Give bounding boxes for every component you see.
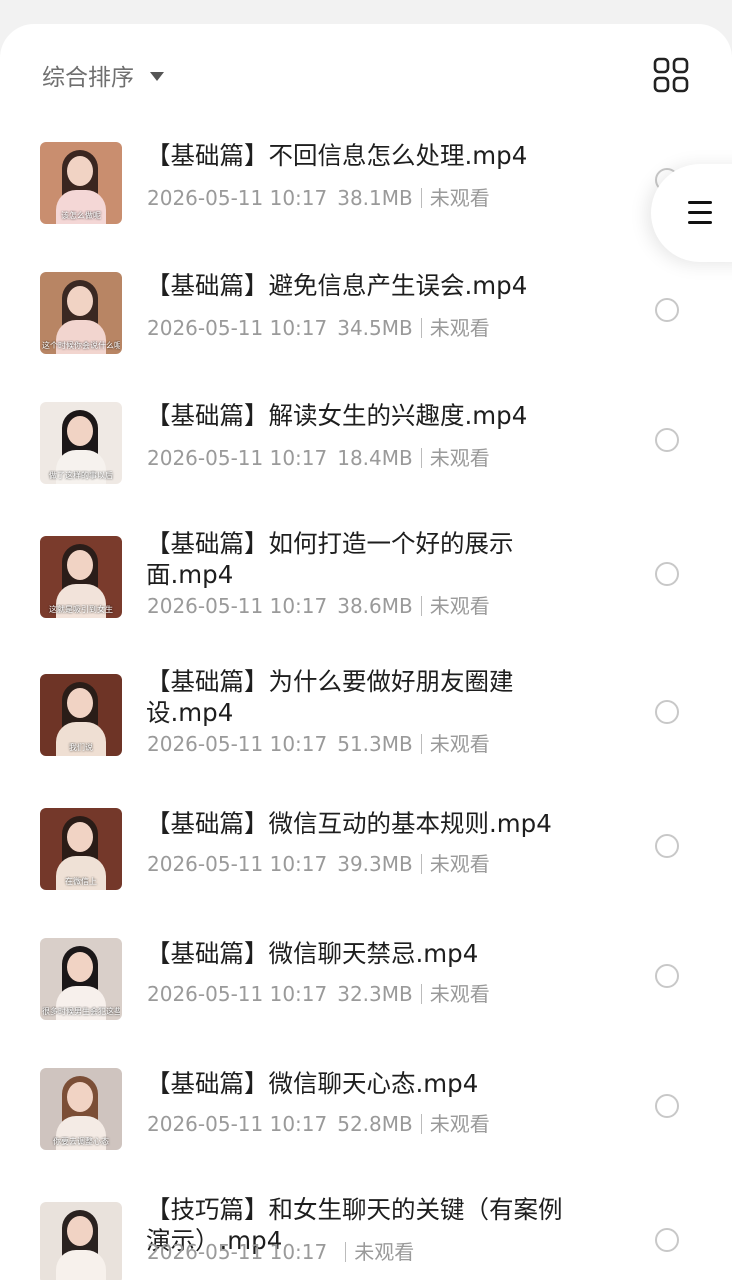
select-radio[interactable] [655,562,679,586]
menu-icon-line [688,221,712,224]
video-date: 2026-05-11 10:17 [147,982,328,1006]
video-date: 2026-05-11 10:17 [147,1112,328,1136]
watch-status: 未观看 [429,594,490,618]
video-thumbnail[interactable]: 在微信上 [40,808,122,890]
video-size: 51.3MB [337,732,413,756]
select-radio[interactable] [655,964,679,988]
video-thumbnail[interactable]: 很多时候男生会犯这些错误 [40,938,122,1020]
select-radio[interactable] [655,428,679,452]
video-size: 32.3MB [337,982,413,1006]
video-title[interactable]: 【基础篇】微信互动的基本规则.mp4 [146,808,586,839]
video-thumbnail[interactable] [40,1202,122,1280]
video-meta: 2026-05-11 10:17 38.6MB 未观看 [147,590,490,619]
watch-status: 未观看 [429,316,490,340]
thumbnail-caption: 这个时候你会说什么呢 [42,341,120,350]
video-thumbnail[interactable]: 该怎么做呢 [40,142,122,224]
select-radio[interactable] [655,700,679,724]
video-meta: 2026-05-11 10:17 38.1MB 未观看 [147,182,490,211]
video-thumbnail[interactable]: 你要去调整心态 [40,1068,122,1150]
video-date: 2026-05-11 10:17 [147,594,328,618]
watch-status: 未观看 [429,732,490,756]
video-meta: 2026-05-11 10:17 32.3MB 未观看 [147,978,490,1007]
video-thumbnail[interactable]: 这个时候你会说什么呢 [40,272,122,354]
divider [420,596,422,616]
file-list-sheet: 综合排序 该怎么做呢 【基础篇】不回信息怎么处理.mp4 2026-05-11 10… [0,24,732,1280]
thumbnail-caption: 在微信上 [65,877,97,886]
watch-status: 未观看 [354,1240,415,1264]
video-title[interactable]: 【基础篇】解读女生的兴趣度.mp4 [146,400,586,431]
thumbnail-caption: 你要去调整心态 [53,1137,109,1146]
video-date: 2026-05-11 10:17 [147,732,328,756]
video-title[interactable]: 【基础篇】如何打造一个好的展示面.mp4 [146,528,586,590]
video-thumbnail[interactable]: 我们说 [40,674,122,756]
video-size: 38.1MB [337,186,413,210]
video-date: 2026-05-11 10:17 [147,852,328,876]
divider [420,1114,422,1134]
divider [420,734,422,754]
watch-status: 未观看 [429,982,490,1006]
video-title[interactable]: 【基础篇】避免信息产生误会.mp4 [146,270,586,301]
video-date: 2026-05-11 10:17 [147,1240,328,1264]
video-title[interactable]: 【基础篇】微信聊天禁忌.mp4 [146,938,586,969]
watch-status: 未观看 [429,1112,490,1136]
divider [345,1242,347,1262]
video-meta: 2026-05-11 10:17 39.3MB 未观看 [147,848,490,877]
select-radio[interactable] [655,1228,679,1252]
video-date: 2026-05-11 10:17 [147,186,328,210]
video-thumbnail[interactable]: 做了这样的事以后 [40,402,122,484]
thumbnail-caption: 很多时候男生会犯这些错误 [42,1007,120,1016]
select-radio[interactable] [655,298,679,322]
thumbnail-caption: 我们说 [69,743,93,752]
video-title[interactable]: 【基础篇】不回信息怎么处理.mp4 [146,140,586,171]
video-size: 34.5MB [337,316,413,340]
select-radio[interactable] [655,834,679,858]
video-date: 2026-05-11 10:17 [147,446,328,470]
video-meta: 2026-05-11 10:17 未观看 [147,1236,414,1265]
video-size: 38.6MB [337,594,413,618]
video-meta: 2026-05-11 10:17 34.5MB 未观看 [147,312,490,341]
menu-icon-line [688,211,712,214]
select-radio[interactable] [655,1094,679,1118]
menu-icon [688,201,712,204]
video-title[interactable]: 【基础篇】为什么要做好朋友圈建设.mp4 [146,666,586,728]
divider [420,984,422,1004]
video-size: 52.8MB [337,1112,413,1136]
thumbnail-caption: 这就是吸引到女生 [49,605,113,614]
dropdown-arrow-icon [150,71,164,81]
divider [420,854,422,874]
video-date: 2026-05-11 10:17 [147,316,328,340]
video-title[interactable]: 【基础篇】微信聊天心态.mp4 [146,1068,586,1099]
thumbnail-caption: 该怎么做呢 [61,211,101,220]
video-meta: 2026-05-11 10:17 18.4MB 未观看 [147,442,490,471]
sort-label: 综合排序 [42,65,134,91]
divider [420,318,422,338]
watch-status: 未观看 [429,446,490,470]
video-meta: 2026-05-11 10:17 52.8MB 未观看 [147,1108,490,1137]
video-size: 18.4MB [337,446,413,470]
thumbnail-caption: 做了这样的事以后 [49,471,113,480]
divider [420,448,422,468]
sort-dropdown[interactable]: 综合排序 [42,58,164,92]
grid-view-icon[interactable] [650,54,692,96]
video-thumbnail[interactable]: 这就是吸引到女生 [40,536,122,618]
divider [420,188,422,208]
video-meta: 2026-05-11 10:17 51.3MB 未观看 [147,728,490,757]
video-size: 39.3MB [337,852,413,876]
watch-status: 未观看 [429,852,490,876]
watch-status: 未观看 [429,186,490,210]
